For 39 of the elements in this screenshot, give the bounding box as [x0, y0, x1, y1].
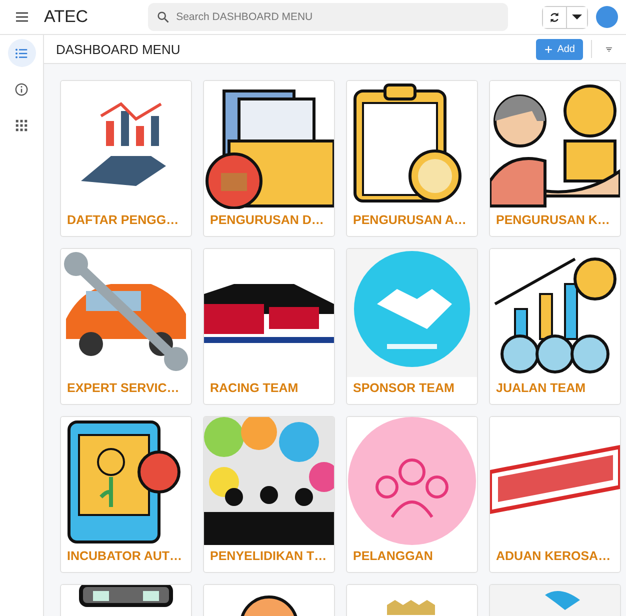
menu-card[interactable]: PELANGGAN: [346, 416, 478, 574]
card-title: PENGURUSAN K…: [495, 212, 611, 230]
card-title: PENYELIDIKAN T…: [209, 548, 328, 566]
menu-card[interactable]: DAFTAR PENGG…: [60, 80, 192, 238]
avatar[interactable]: [596, 6, 618, 28]
menu-card[interactable]: PENGURUSAN D…: [203, 80, 335, 238]
card-title: ADUAN KEROSA…: [495, 548, 612, 566]
filter-icon: [606, 44, 612, 54]
menu-card[interactable]: PENGURUSAN A…: [346, 80, 478, 238]
card-title: JUALAN TEAM: [495, 380, 587, 398]
info-icon: [14, 82, 29, 97]
dropdown-button[interactable]: [566, 6, 587, 28]
card-title: RACING TEAM: [209, 380, 300, 398]
menu-card[interactable]: ADUAN KEROSA…: [489, 416, 621, 574]
card-title: INCUBATOR AUT…: [66, 548, 184, 566]
card-title: DAFTAR PENGG…: [66, 212, 180, 230]
menu-card[interactable]: INCUBATOR AUT…: [60, 416, 192, 574]
app-title: ATEC: [44, 6, 88, 28]
plus-icon: [544, 44, 554, 54]
menu-card[interactable]: RACING TEAM: [203, 248, 335, 406]
card-title: PENGURUSAN A…: [352, 212, 468, 230]
caret-icon: [572, 14, 582, 20]
card-title: PENGURUSAN D…: [209, 212, 325, 230]
refresh-button-group[interactable]: [542, 6, 588, 29]
rail-button[interactable]: [8, 39, 36, 68]
search-icon: [156, 10, 170, 24]
card-title: EXPERT SERVIC…: [66, 380, 180, 398]
page-title: DASHBOARD MENU: [56, 40, 180, 58]
menu-card[interactable]: PENYELIDIKAN T…: [203, 416, 335, 574]
card-title: PELANGGAN: [352, 548, 434, 566]
card-title: SPONSOR TEAM: [352, 380, 456, 398]
menu-card[interactable]: EXPERT SERVIC…: [60, 248, 192, 406]
grid-icon: [14, 118, 29, 133]
search-field[interactable]: Search DASHBOARD MENU: [148, 3, 508, 32]
menu-card[interactable]: PENGURUSAN K…: [489, 80, 621, 238]
menu-card[interactable]: JUALAN TEAM: [489, 248, 621, 406]
add-button[interactable]: Add: [536, 38, 583, 60]
refresh-icon: [548, 10, 561, 24]
menu-card[interactable]: SPONSOR TEAM: [346, 248, 478, 406]
